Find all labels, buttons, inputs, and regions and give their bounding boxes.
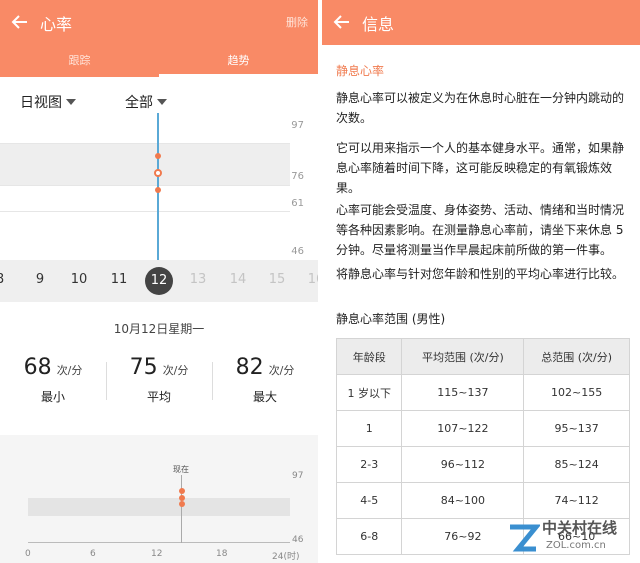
y-tick: 76 [291, 171, 304, 182]
table-cell: 107~122 [401, 410, 525, 447]
table-row: 1 107~122 95~137 [335, 410, 630, 447]
gridline [0, 211, 290, 212]
day-selector[interactable]: 8 9 10 11 12 13 14 15 16 [0, 260, 318, 302]
table-cell: 85~124 [523, 446, 630, 483]
table-cell: 1 岁以下 [335, 374, 403, 411]
stat-max: 82 次/分 最大 [212, 355, 318, 405]
stat-unit: 次/分 [162, 364, 189, 377]
stat-value: 82 [235, 355, 264, 380]
x-tick: 24(时) [272, 552, 300, 562]
day-item[interactable]: 15 [265, 272, 289, 287]
table-header-row: 年龄段 平均范围 (次/分) 总范围 (次/分) [335, 338, 630, 375]
tab-trend[interactable]: 趋势 [159, 45, 318, 77]
scope-dropdown-label: 全部 [125, 95, 153, 111]
tab-indicator [159, 74, 318, 77]
day-item[interactable]: 9 [28, 272, 52, 287]
info-paragraph: 心率可能会受温度、身体姿势、活动、情绪和当时情况等各种因素影响。在测量静息心率前… [336, 203, 625, 257]
section-title: 静息心率 [336, 64, 385, 78]
table-row: 2-3 96~112 85~124 [335, 446, 630, 483]
heart-rate-screen: 心率 删除 跟踪 趋势 日视图 全部 97 76 61 46 8 9 10 [0, 0, 318, 563]
back-arrow-icon[interactable] [10, 12, 30, 32]
scope-dropdown[interactable]: 全部 [125, 92, 167, 112]
watermark-logo: 中关村在线 ZOL.com.cn [502, 517, 636, 559]
zol-logo-icon [510, 524, 540, 552]
column-header: 年龄段 [335, 338, 403, 375]
normal-range-band [28, 498, 290, 516]
view-dropdown[interactable]: 日视图 [20, 92, 76, 112]
table-cell: 96~112 [401, 446, 525, 483]
back-arrow-icon[interactable] [332, 12, 352, 32]
caret-down-icon [66, 99, 76, 105]
info-paragraph: 将静息心率与针对您年龄和性别的平均心率进行比较。 [336, 267, 625, 281]
x-tick: 0 [25, 549, 31, 559]
page-title: 信息 [362, 15, 395, 34]
table-row: 1 岁以下 115~137 102~155 [335, 374, 630, 411]
column-header: 平均范围 (次/分) [401, 338, 525, 375]
stat-label: 平均 [146, 390, 171, 404]
table-cell: 115~137 [401, 374, 525, 411]
table-cell: 95~137 [523, 410, 630, 447]
day-item[interactable]: 8 [0, 272, 12, 287]
reading-point [179, 501, 185, 507]
day-item[interactable]: 10 [67, 272, 91, 287]
selected-day[interactable]: 12 [145, 273, 173, 288]
x-tick: 6 [90, 549, 96, 559]
table-cell: 74~112 [523, 482, 630, 519]
day-item[interactable]: 14 [226, 272, 250, 287]
table-cell: 6-8 [335, 518, 403, 555]
now-label: 现在 [173, 465, 189, 474]
app-bar: 心率 删除 [0, 0, 318, 45]
day-item[interactable]: 13 [186, 272, 210, 287]
stat-label: 最大 [252, 390, 277, 404]
stat-value: 68 [23, 355, 52, 380]
gridline [0, 143, 290, 144]
stat-value: 75 [129, 355, 158, 380]
selected-date: 10月12日星期一 [113, 322, 205, 336]
view-dropdown-label: 日视图 [20, 95, 62, 111]
y-tick: 97 [292, 471, 304, 481]
reading-point [179, 488, 185, 494]
table-row: 4-5 84~100 74~112 [335, 482, 630, 519]
column-header: 总范围 (次/分) [523, 338, 630, 375]
stat-min: 68 次/分 最小 [0, 355, 106, 405]
stat-average: 75 次/分 平均 [106, 355, 212, 405]
average-point [154, 169, 162, 177]
max-point [155, 153, 161, 159]
caret-down-icon [157, 99, 167, 105]
x-axis [28, 542, 290, 543]
tab-track[interactable]: 跟踪 [0, 45, 159, 77]
x-tick: 12 [151, 549, 163, 559]
day-item[interactable]: 11 [107, 272, 131, 287]
stat-label: 最小 [40, 390, 65, 404]
stat-unit: 次/分 [56, 364, 83, 377]
table-cell: 102~155 [523, 374, 630, 411]
page-title: 心率 [40, 15, 73, 34]
watermark-url: ZOL.com.cn [546, 540, 606, 551]
info-paragraph: 静息心率可以被定义为在休息时心脏在一分钟内跳动的次数。 [336, 91, 625, 125]
day-item[interactable]: 16 [304, 272, 318, 287]
stat-unit: 次/分 [268, 364, 295, 377]
y-tick: 61 [291, 198, 304, 209]
watermark-text: 中关村在线 [542, 519, 618, 537]
app-bar: 信息 [322, 0, 640, 45]
x-tick: 18 [216, 549, 228, 559]
table-cell: 84~100 [401, 482, 525, 519]
normal-range-band [0, 143, 290, 185]
tab-bar: 跟踪 趋势 [0, 45, 318, 77]
delete-button[interactable]: 删除 [286, 14, 308, 30]
now-indicator [181, 475, 182, 543]
info-paragraph: 它可以用来指示一个人的基本健身水平。通常，如果静息心率随着时间下降，这可能反映稳… [336, 141, 625, 195]
info-screen: 信息 静息心率 静息心率可以被定义为在休息时心脏在一分钟内跳动的次数。 它可以用… [322, 0, 640, 563]
table-cell: 2-3 [335, 446, 403, 483]
y-tick: 46 [291, 246, 304, 257]
table-cell: 4-5 [335, 482, 403, 519]
min-point [155, 187, 161, 193]
y-tick: 97 [291, 120, 304, 131]
table-title: 静息心率范围 (男性) [336, 312, 446, 326]
y-tick: 46 [292, 535, 304, 545]
gridline [0, 185, 290, 186]
table-cell: 1 [335, 410, 403, 447]
